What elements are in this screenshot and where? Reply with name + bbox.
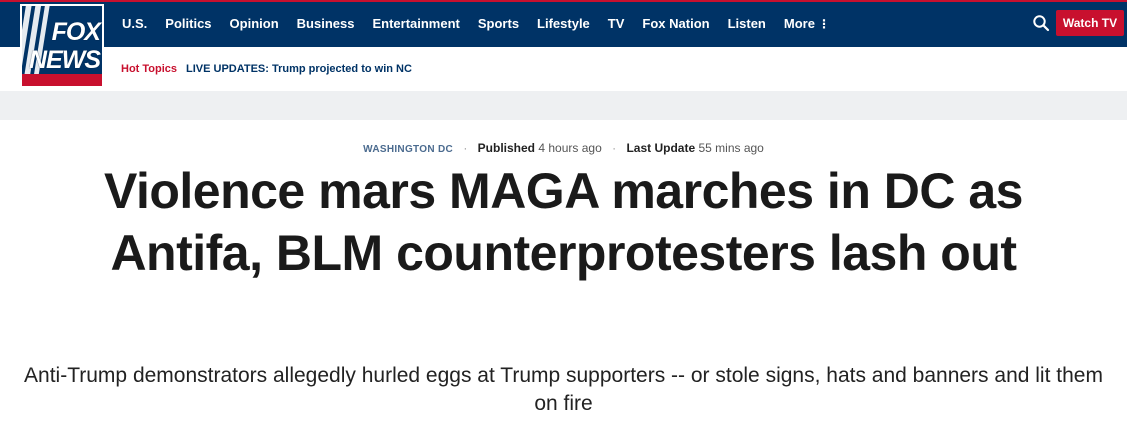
article-location-link[interactable]: WASHINGTON DC — [363, 144, 453, 155]
article-meta: WASHINGTON DC · Published 4 hours ago · … — [0, 141, 1127, 155]
search-icon[interactable] — [1032, 14, 1050, 32]
logo-word-news: NEWS — [29, 46, 101, 74]
nav-item-entertainment[interactable]: Entertainment — [372, 16, 459, 31]
published-label: Published — [477, 141, 536, 155]
nav-item-sports[interactable]: Sports — [478, 16, 519, 31]
live-updates-link[interactable]: LIVE UPDATES: Trump projected to win NC — [186, 63, 412, 75]
nav-item-tv[interactable]: TV — [608, 16, 625, 31]
nav-item-opinion[interactable]: Opinion — [230, 16, 279, 31]
meta-separator: · — [612, 141, 617, 155]
article-subheadline: Anti-Trump demonstrators allegedly hurle… — [24, 364, 1103, 415]
meta-separator: · — [463, 141, 468, 155]
logo-red-stripe — [22, 74, 102, 86]
nav-item-lifestyle[interactable]: Lifestyle — [537, 16, 590, 31]
nav-item-listen[interactable]: Listen — [728, 16, 766, 31]
main-nav: U.S. Politics Opinion Business Entertain… — [113, 0, 839, 47]
last-update-value: 55 mins ago — [698, 141, 764, 155]
hot-topics-bar: Hot Topics LIVE UPDATES: Trump projected… — [0, 47, 1127, 91]
published-value: 4 hours ago — [538, 141, 602, 155]
nav-more-button[interactable]: More ⋮ — [784, 16, 830, 31]
nav-item-politics[interactable]: Politics — [165, 16, 211, 31]
logo-word-fox: FOX — [51, 18, 101, 46]
fox-news-logo[interactable]: FOX NEWS — [20, 4, 104, 88]
ad-placeholder-band — [0, 91, 1127, 120]
nav-item-fox-nation[interactable]: Fox Nation — [642, 16, 709, 31]
hot-topics-label: Hot Topics — [121, 63, 178, 75]
top-navigation-bar: U.S. Politics Opinion Business Entertain… — [0, 0, 1127, 47]
nav-item-business[interactable]: Business — [297, 16, 355, 31]
last-update-label: Last Update — [626, 141, 696, 155]
watch-tv-button[interactable]: Watch TV — [1056, 10, 1124, 36]
kebab-icon: ⋮ — [817, 16, 830, 31]
nav-item-us[interactable]: U.S. — [122, 16, 147, 31]
article-headline: Violence mars MAGA marches in DC as Anti… — [104, 163, 1023, 281]
nav-more-label: More — [783, 16, 815, 31]
